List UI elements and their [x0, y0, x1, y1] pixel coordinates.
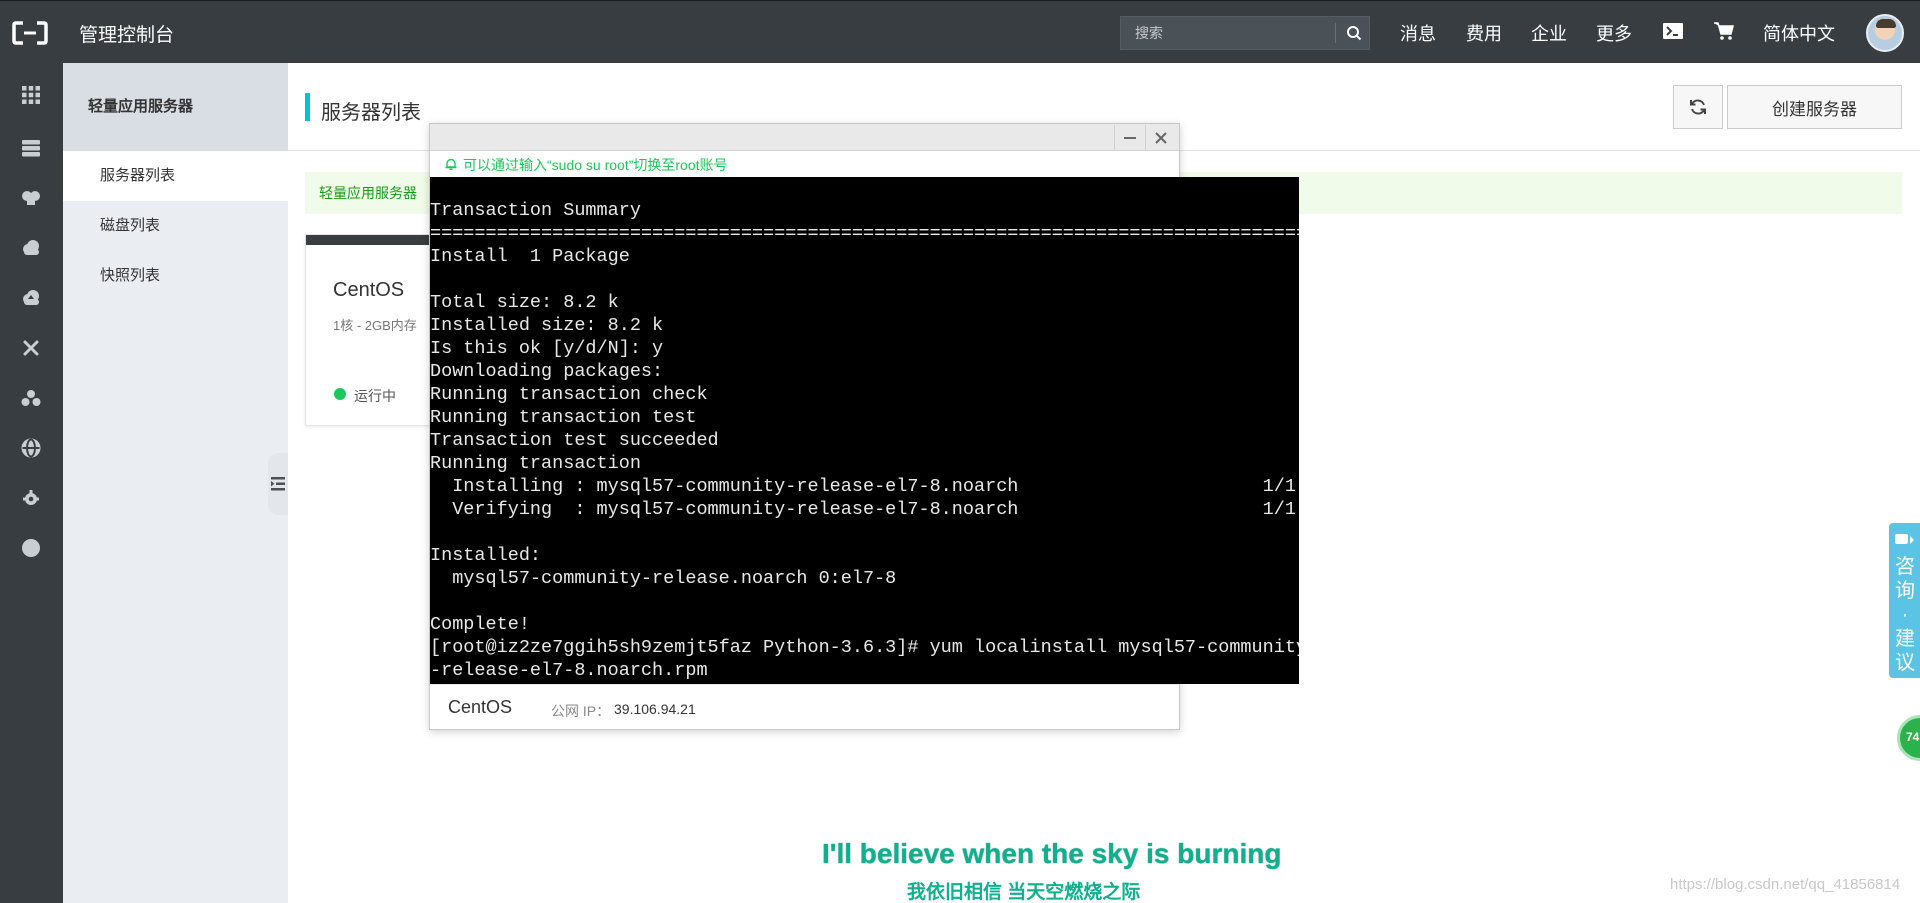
terminal-line: Total size: 8.2 k	[430, 292, 619, 313]
terminal-screen[interactable]: Transaction Summary ====================…	[430, 177, 1299, 684]
database-icon[interactable]	[20, 137, 42, 159]
server-spec: 1核 - 2GB内存	[333, 318, 417, 333]
terminal-line: Installed size: 8.2 k	[430, 315, 664, 336]
feedback-label: 咨询·建议	[1895, 556, 1915, 674]
circle-icon[interactable]	[20, 537, 42, 559]
nav-enterprise[interactable]: 企业	[1531, 20, 1567, 46]
refresh-button[interactable]	[1673, 85, 1723, 129]
terminal-line: Downloading packages:	[430, 361, 664, 382]
cloud-upload-icon[interactable]	[20, 287, 42, 309]
terminal-line: Verifying : mysql57-community-release-el…	[430, 499, 1296, 520]
top-navbar: 管理控制台 消息 费用 企业 更多 简体中文	[0, 0, 1920, 63]
close-icon[interactable]	[1145, 125, 1175, 150]
sidebar-item-server-list[interactable]: 服务器列表	[63, 151, 288, 201]
terminal-line: mysql57-community-release.noarch 0:el7-8	[430, 568, 897, 589]
server-name[interactable]: CentOS	[333, 279, 404, 302]
page-title: 服务器列表	[321, 102, 421, 124]
sidebar-item-snapshot-list[interactable]: 快照列表	[63, 251, 288, 301]
cluster-icon[interactable]	[20, 387, 42, 409]
terminal-line: Is this ok [y/d/N]: y	[430, 338, 664, 359]
terminal-line: [root@iz2ze7ggih5sh9zemjt5faz Python-3.6…	[430, 637, 1299, 658]
dialog-tip: 可以通过输入“sudo su root”切换至root账号	[444, 155, 728, 175]
terminal-line: Install 1 Package	[430, 246, 630, 267]
footer-server-name: CentOS	[448, 697, 513, 717]
search-box	[1120, 16, 1370, 50]
chat-icon	[1895, 533, 1915, 552]
terminal-line: Installed:	[430, 545, 542, 566]
language-switch[interactable]: 简体中文	[1763, 20, 1835, 46]
footer-ip-label: 公网 IP：	[551, 703, 611, 719]
dialog-titlebar[interactable]	[430, 124, 1179, 151]
terminal-line: -release-el7-8.noarch.rpm	[430, 660, 708, 681]
dialog-tip-text: 可以通过输入“sudo su root”切换至root账号	[463, 157, 728, 173]
bell-icon	[444, 157, 458, 174]
sidebar-collapse-icon[interactable]	[268, 453, 288, 515]
feedback-button[interactable]: 咨询·建议	[1889, 523, 1920, 678]
terminal-line: Running transaction check	[430, 384, 708, 405]
status-dot-icon	[334, 388, 346, 400]
terminal-line: ========================================…	[430, 223, 1299, 244]
terminal-line: Transaction Summary	[430, 200, 641, 221]
secondary-sidebar: 轻量应用服务器 服务器列表 磁盘列表 快照列表	[63, 63, 288, 903]
subtitle-chinese: 我依旧相信 当天空燃烧之际	[907, 882, 1141, 903]
title-accent-bar	[305, 93, 310, 121]
apps-grid-icon[interactable]	[20, 84, 42, 106]
console-title[interactable]: 管理控制台	[79, 20, 174, 47]
globe-icon[interactable]	[20, 437, 42, 459]
dialog-footer: CentOS 公网 IP： 39.106.94.21	[430, 684, 1179, 730]
settings-gear-icon[interactable]	[20, 487, 42, 509]
sidebar-item-disk-list[interactable]: 磁盘列表	[63, 201, 288, 251]
csdn-watermark: https://blog.csdn.net/qq_41856814	[1670, 876, 1901, 893]
nav-more[interactable]: 更多	[1596, 20, 1632, 46]
subtitle-english: I'll believe when the sky is burning	[822, 838, 1282, 869]
terminal-line: Transaction test succeeded	[430, 430, 719, 451]
terminal-line: Running transaction	[430, 453, 641, 474]
cloud-icon[interactable]	[20, 237, 42, 259]
sidebar-header: 轻量应用服务器	[63, 63, 288, 151]
terminal-line: Installing : mysql57-community-release-e…	[430, 476, 1296, 497]
search-icon[interactable]	[1339, 17, 1369, 49]
product-rail	[0, 63, 63, 903]
server-status: 运行中	[354, 388, 396, 404]
aliyun-logo-icon[interactable]	[12, 20, 48, 46]
create-server-button[interactable]: 创建服务器	[1727, 85, 1902, 129]
user-avatar[interactable]	[1866, 14, 1904, 52]
footer-ip-value: 39.106.94.21	[614, 701, 696, 717]
tools-icon[interactable]	[20, 337, 42, 359]
nav-billing[interactable]: 费用	[1466, 20, 1502, 46]
floating-score-badge[interactable]: 74	[1897, 715, 1920, 761]
minimize-icon[interactable]	[1114, 125, 1144, 150]
terminal-icon[interactable]	[1662, 21, 1684, 46]
badge-value: 74	[1906, 730, 1920, 744]
cart-icon[interactable]	[1713, 21, 1735, 46]
terminal-line: Complete!	[430, 614, 530, 635]
search-divider	[1335, 23, 1336, 43]
cloud-server-icon[interactable]	[20, 187, 42, 209]
search-input[interactable]	[1121, 17, 1333, 49]
terminal-line: Running transaction test	[430, 407, 697, 428]
nav-messages[interactable]: 消息	[1400, 20, 1436, 46]
